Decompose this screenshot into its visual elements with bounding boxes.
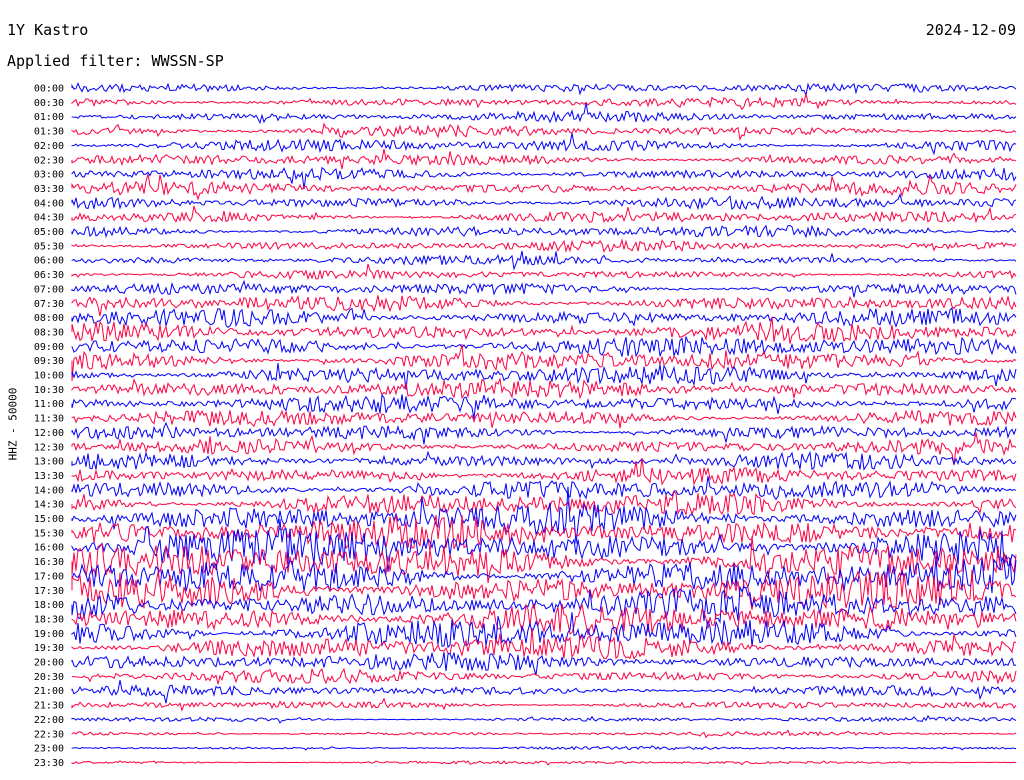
trace-row-2100 [71,680,1017,704]
trace-row-0830 [71,316,1017,344]
trace-row-0030 [71,93,1017,111]
trace-row-0130 [71,122,1017,141]
row-label-0930: 09:30 [34,356,64,367]
trace-row-0730 [71,294,1017,317]
trace-row-0600 [71,250,1017,271]
trace-row-2030 [71,667,1017,685]
row-label-1430: 14:30 [34,500,64,511]
row-label-1130: 11:30 [34,414,64,425]
trace-row-0500 [71,224,1017,239]
trace-row-1700 [71,555,1017,594]
row-label-1030: 10:30 [34,385,64,396]
row-label-0630: 06:30 [34,270,64,281]
row-label-1330: 13:30 [34,471,64,482]
row-label-0900: 09:00 [34,342,64,353]
row-label-1830: 18:30 [34,614,64,625]
trace-row-0400 [71,192,1017,211]
trace-row-0530 [71,238,1017,253]
row-label-0500: 05:00 [34,227,64,238]
row-label-2200: 22:00 [34,715,64,726]
trace-row-1100 [71,393,1017,419]
row-label-1500: 15:00 [34,514,64,525]
row-label-0700: 07:00 [34,284,64,295]
helicorder-plot: 00:00 00:30 01:00 01:30 02:00 02:30 03:00 03:30… [34,81,1017,769]
trace-row-2200 [71,714,1017,724]
row-label-0530: 05:30 [34,241,64,252]
row-label-0030: 00:30 [34,98,64,109]
row-label-2330: 23:30 [34,758,64,769]
trace-row-0330 [71,173,1017,201]
row-label-1200: 12:00 [34,428,64,439]
row-label-0330: 03:30 [34,184,64,195]
trace-row-0700 [71,279,1017,298]
row-label-0430: 04:30 [34,213,64,224]
row-label-1730: 17:30 [34,586,64,597]
trace-row-1400 [71,476,1017,501]
row-label-2030: 20:30 [34,672,64,683]
trace-row-0230 [71,148,1017,170]
row-label-0830: 08:30 [34,327,64,338]
trace-row-1330 [71,458,1017,486]
row-label-1630: 16:30 [34,557,64,568]
trace-row-2000 [71,652,1017,676]
row-label-1400: 14:00 [34,485,64,496]
row-label-2000: 20:00 [34,658,64,669]
row-label-1800: 18:00 [34,600,64,611]
row-label-0230: 02:30 [34,155,64,166]
trace-row-0430 [71,205,1017,224]
trace-row-2230 [71,729,1017,739]
row-label-2130: 21:30 [34,701,64,712]
row-label-2100: 21:00 [34,686,64,697]
trace-row-0800 [71,307,1017,328]
trace-row-1300 [71,450,1017,471]
row-label-0400: 04:00 [34,198,64,209]
trace-row-0630 [71,263,1017,281]
row-label-1230: 12:30 [34,442,64,453]
row-label-1100: 11:00 [34,399,64,410]
row-label-0730: 07:30 [34,299,64,310]
row-label-0100: 01:00 [34,112,64,123]
trace-row-0200 [71,133,1017,156]
trace-row-0100 [71,103,1017,125]
trace-row-2130 [71,697,1017,712]
trace-row-1030 [71,377,1017,400]
row-label-0600: 06:00 [34,256,64,267]
trace-row-0900 [71,336,1017,358]
trace-row-0000 [71,81,1017,98]
trace-row-1130 [71,409,1017,429]
trace-row-1200 [71,421,1017,445]
row-label-1000: 10:00 [34,371,64,382]
trace-row-1000 [71,363,1017,390]
row-label-0200: 02:00 [34,141,64,152]
row-label-0130: 01:30 [34,127,64,138]
row-label-1600: 16:00 [34,543,64,554]
row-label-2300: 23:00 [34,744,64,755]
row-label-1300: 13:00 [34,457,64,468]
row-label-1530: 15:30 [34,528,64,539]
row-label-1930: 19:30 [34,643,64,654]
row-label-1900: 19:00 [34,629,64,640]
row-label-0300: 03:00 [34,170,64,181]
row-label-0800: 08:00 [34,313,64,324]
row-label-0000: 00:00 [34,84,64,95]
row-label-1700: 17:00 [34,571,64,582]
row-label-2230: 22:30 [34,729,64,740]
trace-row-2330 [71,760,1017,766]
trace-row-2300 [71,745,1017,751]
